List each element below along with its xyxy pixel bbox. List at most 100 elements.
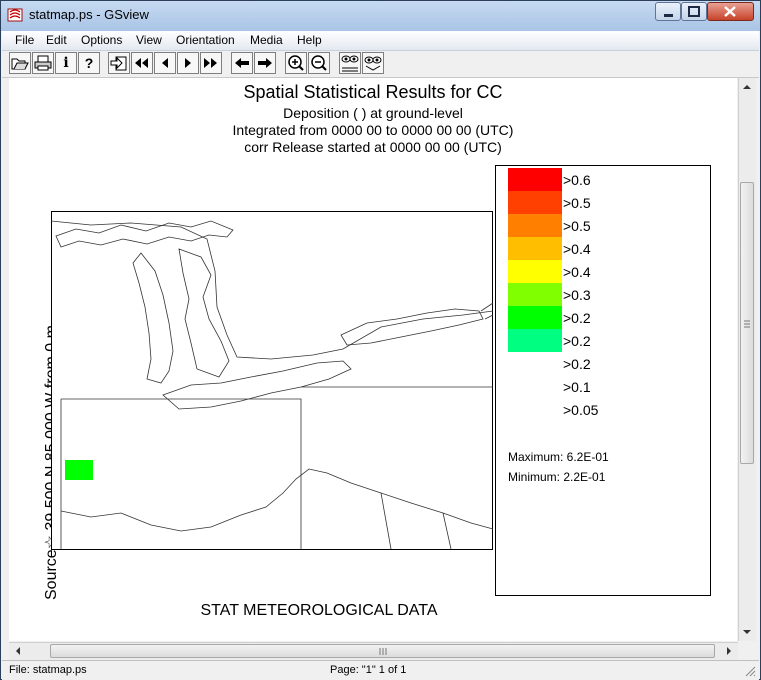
maximize-button[interactable] — [681, 2, 707, 21]
grip-icon — [744, 320, 750, 328]
legend-item: >0.6 — [508, 168, 591, 191]
legend-swatch — [508, 260, 562, 283]
back-button[interactable] — [231, 52, 253, 74]
concentration-map — [51, 211, 494, 550]
legend-label: >0.2 — [563, 355, 591, 372]
doc-line-deposition: Deposition ( ) at ground-level — [283, 105, 463, 121]
title-bar: statmap.ps - GSview — [1, 1, 760, 31]
preview-icon — [364, 56, 382, 71]
last-page-button[interactable] — [200, 52, 222, 74]
back-icon — [235, 58, 249, 68]
forward-button[interactable] — [254, 52, 276, 74]
next-page-button[interactable] — [177, 52, 199, 74]
legend-swatch — [508, 237, 562, 260]
legend-item: >0.2 — [508, 329, 591, 352]
scroll-up-icon[interactable] — [739, 80, 756, 94]
status-file: File: statmap.ps — [9, 664, 87, 676]
legend-item: >0.5 — [508, 214, 591, 237]
zoom-in-icon — [288, 55, 304, 71]
horizontal-scrollbar[interactable] — [9, 642, 738, 660]
menu-orientation[interactable]: Orientation — [176, 33, 235, 47]
legend-minimum: Minimum: 2.2E-01 — [508, 470, 606, 484]
legend-swatch-empty — [508, 352, 562, 375]
horizontal-scroll-thumb[interactable] — [50, 644, 715, 658]
legend-item: >0.2 — [508, 352, 591, 375]
doc-line-integrated: Integrated from 0000 00 to 0000 00 00 (U… — [232, 122, 514, 138]
legend-label: >0.5 — [563, 194, 591, 211]
close-icon — [724, 6, 736, 17]
legend-label: >0.2 — [563, 332, 591, 349]
legend-maximum: Maximum: 6.2E-01 — [508, 450, 609, 464]
print-icon — [34, 55, 52, 71]
scroll-right-icon[interactable] — [722, 643, 736, 660]
legend-swatch — [508, 168, 562, 191]
gsview-app-icon[interactable] — [7, 7, 23, 23]
legend-item: >0.05 — [508, 398, 598, 421]
doc-title: Spatial Statistical Results for CC — [243, 82, 503, 102]
grip-icon — [379, 648, 387, 655]
legend-label: >0.4 — [563, 240, 591, 257]
next-page-icon — [185, 58, 191, 68]
window-title: statmap.ps - GSview — [29, 7, 149, 22]
zoom-out-button[interactable] — [308, 52, 330, 74]
scroll-down-icon[interactable] — [739, 625, 756, 639]
legend-swatch-empty — [508, 398, 562, 421]
first-page-icon — [135, 58, 148, 68]
vertical-scroll-thumb[interactable] — [740, 182, 754, 464]
legend-swatch — [508, 283, 562, 306]
legend-label: >0.05 — [563, 401, 599, 418]
scroll-left-icon[interactable] — [11, 643, 25, 660]
legend-label: >0.3 — [563, 286, 591, 303]
open-icon — [11, 58, 29, 70]
last-page-icon — [204, 58, 217, 68]
first-page-button[interactable] — [131, 52, 153, 74]
help-button[interactable]: ? — [78, 52, 100, 74]
goto-page-button[interactable] — [108, 52, 130, 74]
legend-item: >0.4 — [508, 260, 591, 283]
print-button[interactable] — [32, 52, 54, 74]
legend-swatch-empty — [508, 375, 562, 398]
menu-file[interactable]: File — [15, 33, 34, 47]
open-button[interactable] — [9, 52, 31, 74]
document-view[interactable]: Spatial Statistical Results for CC Depos… — [9, 78, 737, 641]
legend-swatch — [508, 214, 562, 237]
preview-text-button[interactable] — [339, 52, 361, 74]
help-icon: ? — [84, 55, 94, 71]
legend-label: >0.6 — [563, 171, 591, 188]
preview-button[interactable] — [362, 52, 384, 74]
legend-item: >0.1 — [508, 375, 591, 398]
minimize-icon — [664, 14, 673, 17]
menu-view[interactable]: View — [136, 33, 162, 47]
menu-bar: File Edit Options View Orientation Media… — [2, 31, 759, 51]
legend-swatch — [508, 329, 562, 352]
forward-icon — [258, 58, 272, 68]
status-page: Page: "1" 1 of 1 — [330, 664, 407, 676]
menu-media[interactable]: Media — [250, 33, 283, 47]
gsview-window: statmap.ps - GSview File Edit Options Vi… — [0, 0, 761, 680]
menu-help[interactable]: Help — [297, 33, 322, 47]
info-button[interactable]: i — [55, 52, 77, 74]
menu-options[interactable]: Options — [81, 33, 122, 47]
legend-label: >0.5 — [563, 217, 591, 234]
zoom-in-button[interactable] — [285, 52, 307, 74]
prev-page-button[interactable] — [154, 52, 176, 74]
minimize-button[interactable] — [655, 2, 681, 21]
menu-edit[interactable]: Edit — [46, 33, 67, 47]
legend-label: >0.4 — [563, 263, 591, 280]
close-button[interactable] — [707, 2, 754, 21]
info-icon: i — [63, 55, 69, 71]
vertical-scrollbar[interactable] — [738, 78, 756, 641]
resize-grip-icon[interactable] — [743, 664, 757, 678]
maximize-icon — [688, 6, 700, 17]
toolbar: i ? — [2, 51, 759, 78]
status-bar: File: statmap.ps Page: "1" 1 of 1 — [2, 660, 759, 680]
concentration-cell — [65, 460, 93, 480]
zoom-out-icon — [311, 55, 327, 71]
legend-item: >0.2 — [508, 306, 591, 329]
prev-page-icon — [162, 58, 168, 68]
doc-footer: STAT METEOROLOGICAL DATA — [200, 602, 438, 619]
legend-label: >0.1 — [563, 378, 591, 395]
legend-item: >0.4 — [508, 237, 591, 260]
legend-label: >0.2 — [563, 309, 591, 326]
legend-swatch — [508, 306, 562, 329]
